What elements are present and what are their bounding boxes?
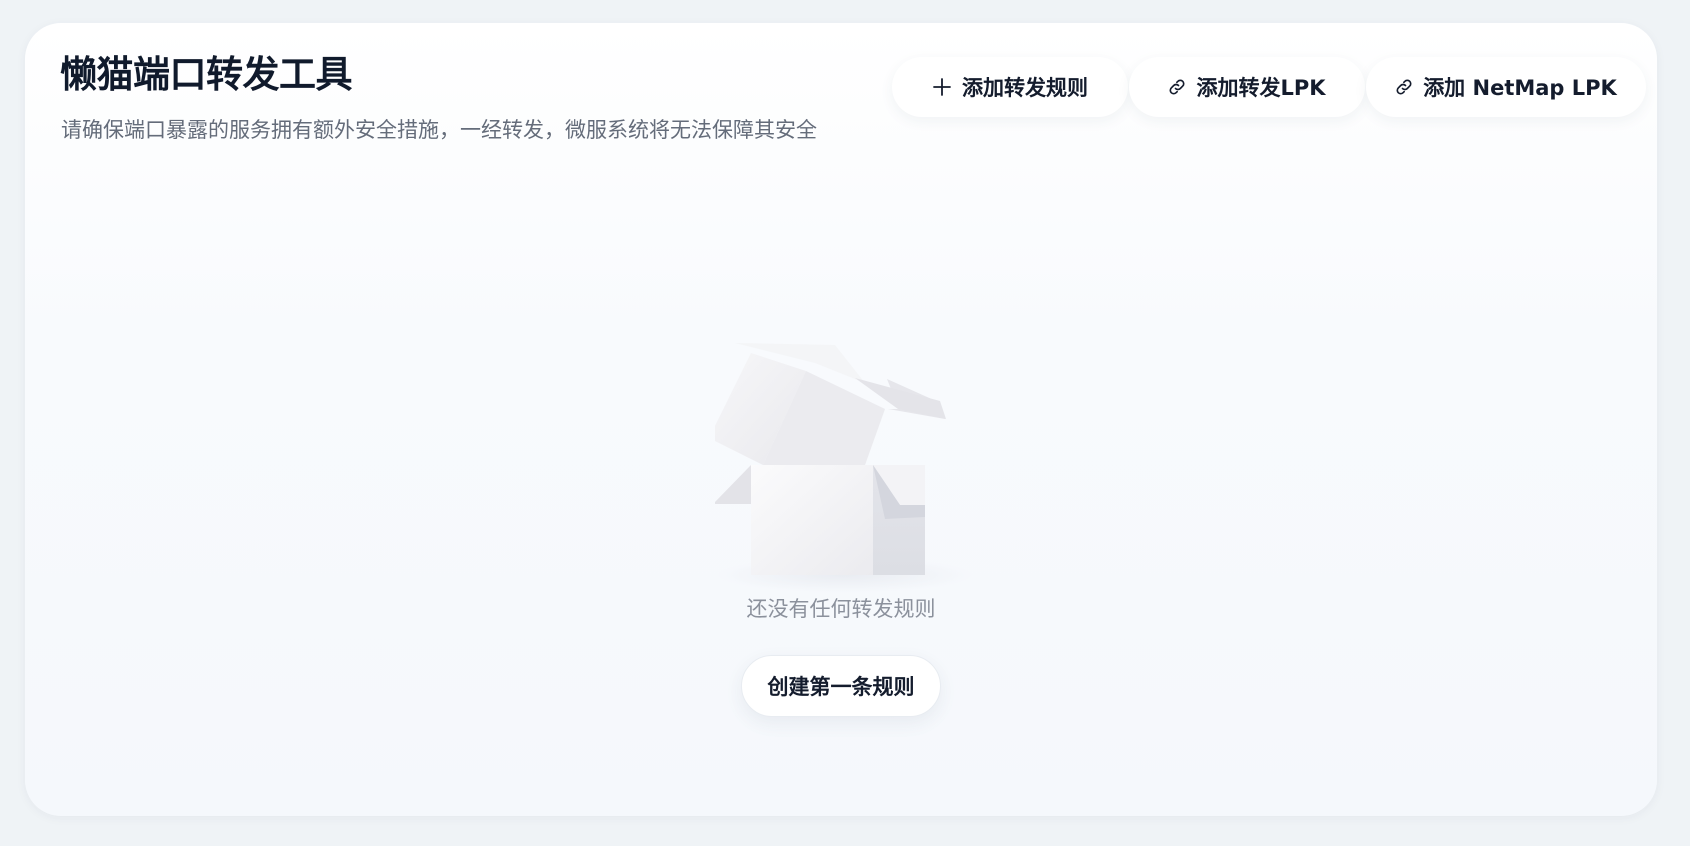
add-netmap-lpk-label: 添加 NetMap LPK — [1423, 76, 1617, 100]
add-lpk-label: 添加转发LPK — [1196, 76, 1326, 100]
add-lpk-button[interactable]: 添加转发LPK — [1129, 57, 1365, 117]
main-card: 懒猫端口转发工具 请确保端口暴露的服务拥有额外安全措施，一经转发，微服系统将无法… — [25, 23, 1657, 816]
add-rule-button[interactable]: 添加转发规则 — [892, 57, 1128, 117]
link-icon — [1168, 78, 1186, 96]
empty-box-illustration — [709, 323, 985, 593]
page-subtitle: 请确保端口暴露的服务拥有额外安全措施，一经转发，微服系统将无法保障其安全 — [61, 118, 817, 142]
empty-state-message: 还没有任何转发规则 — [746, 597, 936, 621]
create-first-rule-button[interactable]: 创建第一条规则 — [741, 655, 941, 717]
link-icon — [1395, 78, 1413, 96]
add-netmap-lpk-button[interactable]: 添加 NetMap LPK — [1366, 57, 1646, 117]
page-title: 懒猫端口转发工具 — [60, 53, 353, 96]
plus-icon — [932, 77, 952, 97]
add-rule-label: 添加转发规则 — [962, 76, 1088, 100]
